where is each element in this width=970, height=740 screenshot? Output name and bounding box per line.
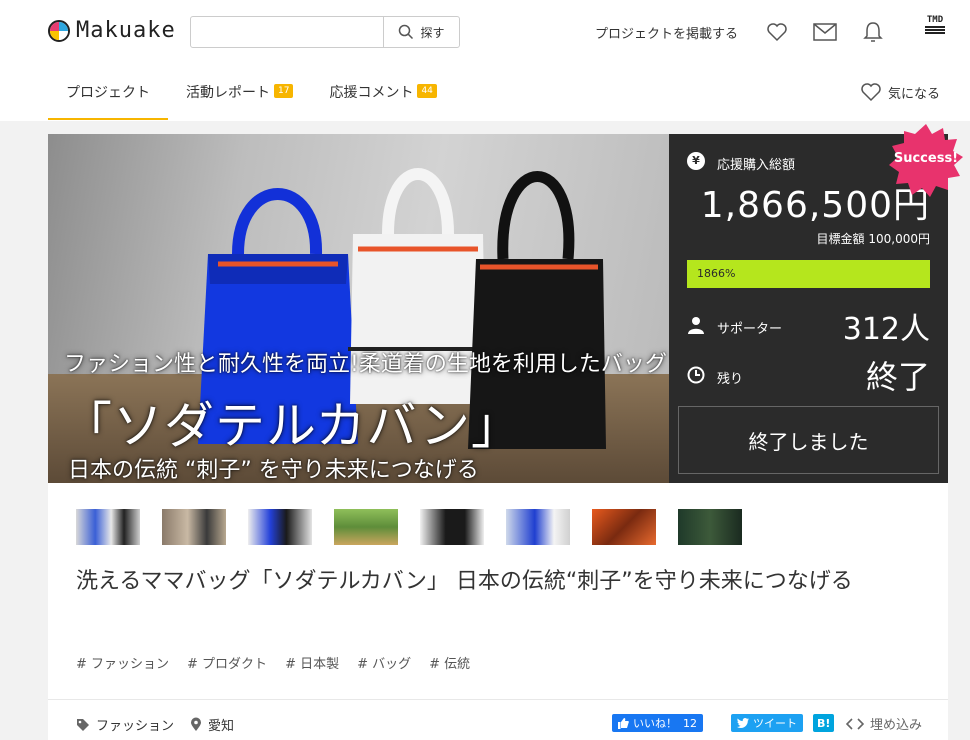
tab-activity-report[interactable]: 活動レポート 17: [168, 70, 311, 120]
site-header: Makuake 探す プロジェクトを掲載する TMD プロジェクト 活動レポート…: [0, 0, 970, 121]
post-project-link[interactable]: プロジェクトを掲載する: [595, 23, 738, 42]
thumbnail[interactable]: [506, 509, 570, 545]
favorite-button[interactable]: 気になる: [860, 82, 940, 102]
like-label: いいね！: [633, 717, 677, 730]
tab-activity-report-label: 活動レポート: [186, 85, 270, 101]
like-count: 12: [683, 716, 697, 730]
location-pin-icon: [191, 717, 202, 731]
divider: [48, 699, 948, 700]
project-info-card: 洗えるママバッグ「ソダテルカバン」 日本の伝統“刺子”を守り未来につなげる # …: [48, 483, 948, 740]
remaining-label: 残り: [717, 372, 744, 387]
supporters-label: サポーター: [717, 322, 783, 337]
location-link[interactable]: 愛知: [208, 715, 234, 734]
thumbnail[interactable]: [420, 509, 484, 545]
comments-count-badge: 44: [417, 84, 437, 98]
progress-bar: 1866%: [687, 260, 930, 288]
tag-fashion[interactable]: # ファッション: [76, 653, 169, 672]
search-icon: [399, 24, 414, 40]
search-input[interactable]: [191, 17, 383, 47]
facebook-like-button[interactable]: いいね！ 12: [612, 714, 703, 732]
makuake-logo[interactable]: Makuake: [48, 18, 176, 43]
thumbnail[interactable]: [162, 509, 226, 545]
search-button[interactable]: 探す: [383, 17, 459, 47]
code-icon: [846, 717, 864, 730]
ended-button[interactable]: 終了しました: [678, 406, 939, 474]
clock-icon: [687, 366, 705, 384]
activity-report-count-badge: 17: [274, 84, 294, 98]
tweet-button[interactable]: ツイート: [731, 714, 803, 732]
hero-product-name: 「ソダテルカバン」: [62, 397, 522, 455]
tag-made-in-japan[interactable]: # 日本製: [285, 653, 339, 672]
hero-tagline: ファション性と耐久性を両立!柔道着の生地を利用したバッグ: [64, 352, 667, 377]
category-link[interactable]: ファッション: [96, 715, 174, 734]
favorite-label: 気になる: [888, 86, 941, 102]
project-hero-image: ファション性と耐久性を両立!柔道着の生地を利用したバッグ 「ソダテルカバン」 日…: [48, 134, 669, 483]
thumbnail[interactable]: [678, 509, 742, 545]
heart-icon: [861, 83, 881, 102]
thumbnail-strip: [76, 509, 742, 545]
search-box: 探す: [190, 16, 460, 48]
hatena-bookmark-button[interactable]: B!: [813, 714, 835, 732]
tag-tradition[interactable]: # 伝統: [429, 653, 470, 672]
embed-label: 埋め込み: [870, 718, 923, 733]
goal-amount: 目標金額 100,000円: [816, 232, 930, 246]
person-icon: [688, 317, 704, 334]
tab-comments[interactable]: 応援コメント 44: [311, 70, 454, 120]
tweet-label: ツイート: [753, 717, 797, 730]
hero-subtitle: 日本の伝統 “刺子” を守り未来につなげる: [68, 458, 479, 483]
project-meta: ファッション 愛知: [76, 715, 234, 734]
success-badge-label: Success!: [893, 151, 959, 166]
thumbs-up-icon: [618, 717, 629, 729]
tag-icon: [77, 718, 89, 731]
thumbnail[interactable]: [248, 509, 312, 545]
tab-project[interactable]: プロジェクト: [48, 70, 168, 120]
bell-icon[interactable]: [861, 20, 885, 44]
logo-text: Makuake: [76, 18, 176, 43]
project-tabs: プロジェクト 活動レポート 17 応援コメント 44: [48, 70, 455, 120]
search-button-label: 探す: [420, 25, 445, 40]
embed-button[interactable]: 埋め込み: [846, 714, 922, 733]
remaining-value: 終了: [865, 358, 930, 396]
tag-product[interactable]: # プロダクト: [187, 653, 267, 672]
thumbnail[interactable]: [592, 509, 656, 545]
tag-bag[interactable]: # バッグ: [357, 653, 411, 672]
twitter-bird-icon: [737, 718, 749, 728]
project-title: 洗えるママバッグ「ソダテルカバン」 日本の伝統“刺子”を守り未来につなげる: [76, 569, 853, 594]
thumbnail[interactable]: [76, 509, 140, 545]
user-avatar[interactable]: TMD: [922, 16, 948, 48]
thumbnail[interactable]: [334, 509, 398, 545]
favorites-heart-icon[interactable]: [765, 20, 789, 44]
logo-mark-icon: [48, 19, 70, 42]
tag-list: # ファッション # プロダクト # 日本製 # バッグ # 伝統: [76, 653, 470, 672]
yen-icon: ¥: [687, 152, 705, 170]
total-purchase-label: 応援購入総額: [717, 158, 796, 173]
success-badge: Success!: [888, 122, 964, 198]
tab-comments-label: 応援コメント: [329, 85, 414, 101]
tab-project-label: プロジェクト: [66, 85, 150, 101]
progress-percent: 1866%: [697, 267, 736, 280]
user-avatar-label: TMD: [926, 15, 944, 25]
mail-icon[interactable]: [813, 20, 837, 44]
supporters-count: 312人: [842, 312, 930, 347]
